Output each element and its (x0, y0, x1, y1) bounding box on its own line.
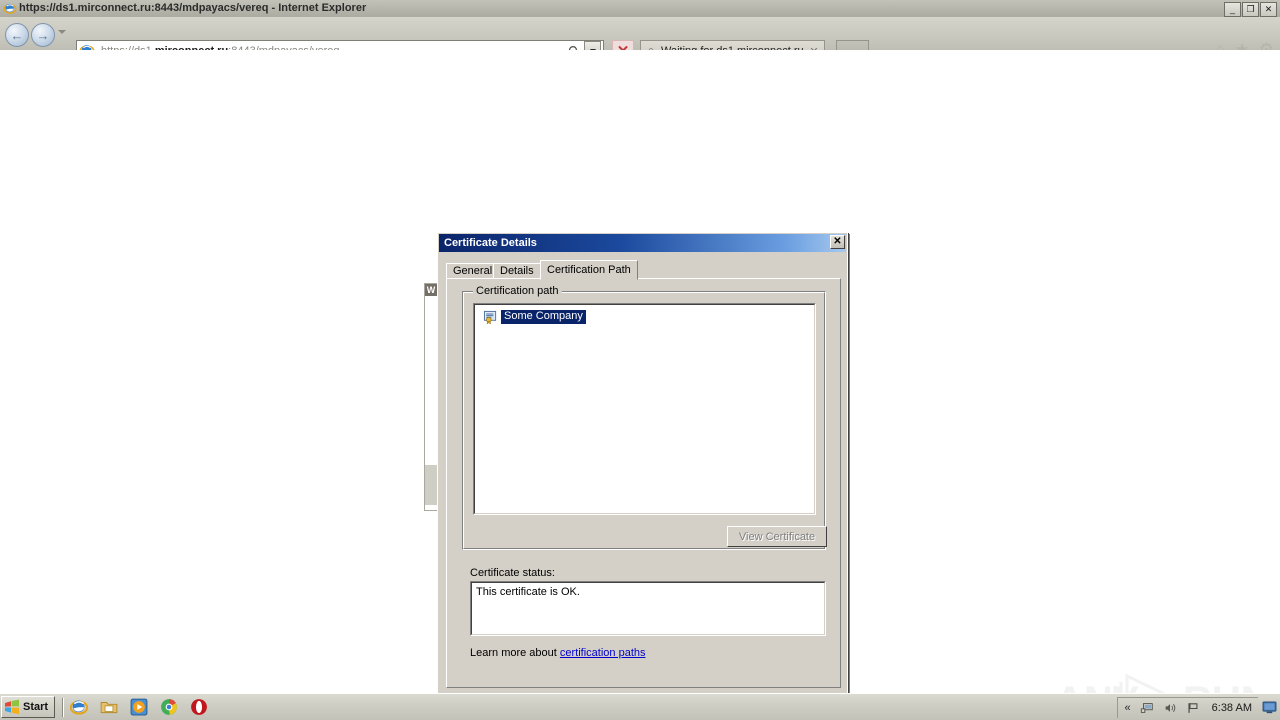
dialog-close-button[interactable]: ✕ (830, 235, 845, 249)
windows-flag-icon (5, 699, 19, 715)
internet-explorer-icon (3, 3, 17, 14)
start-button[interactable]: Start (1, 696, 56, 718)
dialog-title: Certificate Details (444, 237, 537, 249)
show-hidden-icons-chevron-up-icon[interactable]: « (1125, 702, 1131, 714)
tab-general[interactable]: General (446, 263, 500, 279)
tab-certification-path[interactable]: Certification Path (540, 260, 638, 280)
learn-more-line: Learn more about certification paths (470, 647, 646, 659)
chrome-icon[interactable] (160, 698, 178, 716)
internet-explorer-icon[interactable] (70, 698, 88, 716)
certification-path-tree[interactable]: Some Company (473, 303, 816, 515)
quick-launch-bar (70, 698, 208, 716)
certification-path-tree-inner: Some Company (474, 304, 815, 514)
screen: https://ds1.mirconnect.ru:8443/mdpayacs/… (0, 0, 1280, 720)
forward-button[interactable]: → (31, 23, 55, 47)
certificate-icon (483, 310, 497, 324)
flag-icon[interactable] (1186, 701, 1200, 715)
close-button[interactable]: ✕ (1260, 2, 1277, 17)
window-controls: _ ❐ ✕ (1224, 2, 1277, 17)
restore-button[interactable]: ❐ (1242, 2, 1259, 17)
volume-icon[interactable] (1163, 701, 1177, 715)
quicklaunch-separator-1 (62, 698, 64, 717)
certificate-status-text: This certificate is OK. (471, 582, 825, 635)
page-content: W Certificate Details ✕ General Details … (0, 50, 1280, 720)
tree-item-some-company[interactable]: Some Company (483, 310, 586, 324)
media-player-icon[interactable] (130, 698, 148, 716)
folder-icon[interactable] (100, 698, 118, 716)
certification-path-panel: Certification path Some Company View Cer… (446, 278, 841, 688)
browser-title: https://ds1.mirconnect.ru:8443/mdpayacs/… (19, 2, 367, 14)
tree-item-label: Some Company (501, 310, 586, 324)
show-desktop-icon (1262, 701, 1277, 714)
recent-pages-chevron-down-icon[interactable] (58, 30, 66, 34)
certificate-status-box: This certificate is OK. (470, 581, 826, 636)
certification-path-legend: Certification path (473, 285, 562, 297)
certification-paths-link[interactable]: certification paths (560, 647, 646, 659)
certificate-details-dialog: Certificate Details ✕ General Details Ce… (437, 232, 848, 720)
tab-details[interactable]: Details (493, 263, 541, 279)
system-tray: « 6:38 AM (1116, 697, 1258, 718)
clock[interactable]: 6:38 AM (1212, 702, 1252, 714)
browser-toolbar: ← → https://ds1.mirconnect.ru:8443/mdpay… (0, 17, 1280, 61)
learn-more-text: Learn more about (470, 647, 560, 659)
taskbar: Start « 6:38 AM (0, 693, 1280, 720)
browser-titlebar: https://ds1.mirconnect.ru:8443/mdpayacs/… (0, 0, 1280, 18)
minimize-button[interactable]: _ (1224, 2, 1241, 17)
certificate-status-label: Certificate status: (470, 567, 555, 579)
start-label: Start (23, 701, 49, 713)
dialog-titlebar[interactable]: Certificate Details (439, 234, 846, 252)
background-window-scrollbar-thumb[interactable] (425, 465, 437, 505)
show-desktop-button[interactable] (1261, 698, 1278, 717)
dialog-tabstrip: General Details Certification Path (446, 260, 841, 280)
view-certificate-button[interactable]: View Certificate (727, 526, 827, 547)
opera-icon[interactable] (190, 698, 208, 716)
network-icon[interactable] (1140, 701, 1154, 715)
background-window-icon: W (425, 284, 437, 296)
back-button[interactable]: ← (5, 23, 29, 47)
certification-path-group: Certification path Some Company View Cer… (462, 285, 827, 550)
